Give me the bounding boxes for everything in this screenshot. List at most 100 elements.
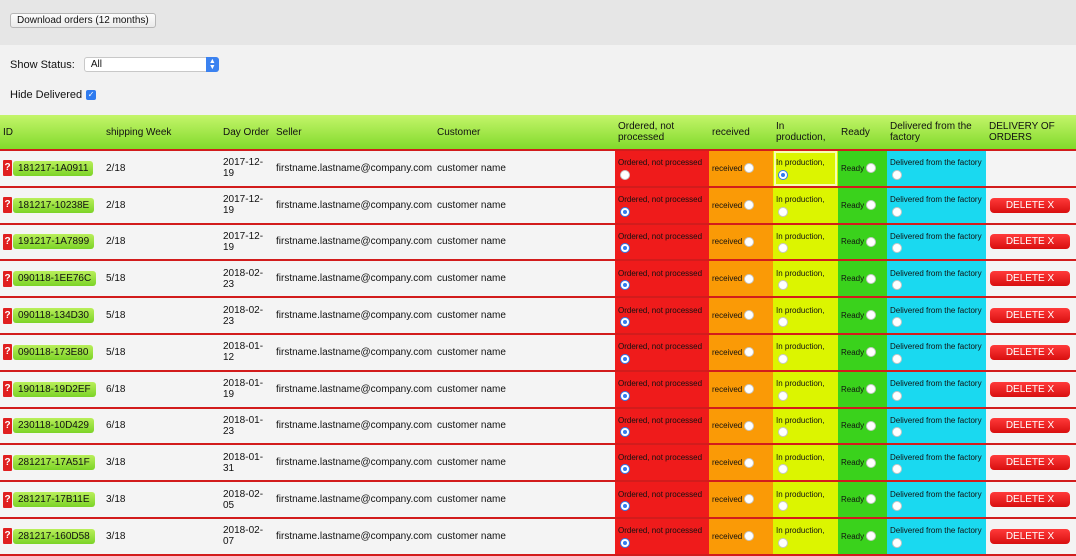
status-production-radio[interactable]: [778, 390, 788, 401]
info-question-icon[interactable]: ?: [3, 417, 12, 434]
status-ordered-radio[interactable]: [620, 353, 630, 364]
delete-order-button[interactable]: DELETE X: [990, 308, 1070, 324]
status-ready-radio[interactable]: [866, 531, 877, 542]
status-production-radio[interactable]: [778, 169, 788, 180]
info-question-icon[interactable]: ?: [3, 270, 12, 287]
status-ordered-radio[interactable]: [620, 464, 630, 475]
order-id-badge[interactable]: 191217-1A7899: [13, 234, 95, 250]
info-question-icon[interactable]: ?: [3, 233, 12, 250]
status-ordered-radio[interactable]: [620, 427, 630, 438]
info-question-icon[interactable]: ?: [3, 197, 12, 214]
status-received-radio[interactable]: [744, 200, 755, 211]
status-delivered-radio[interactable]: [892, 353, 902, 364]
status-ready-radio[interactable]: [866, 420, 877, 431]
status-ordered-radio[interactable]: [620, 537, 630, 548]
status-received-radio[interactable]: [744, 273, 755, 284]
info-question-icon[interactable]: ?: [3, 344, 12, 361]
status-production-radio[interactable]: [778, 280, 788, 291]
status-production-label: In production,: [776, 379, 825, 389]
status-production-radio[interactable]: [778, 353, 788, 364]
status-production-radio[interactable]: [778, 537, 788, 548]
status-delivered-radio[interactable]: [892, 169, 902, 180]
delete-order-button[interactable]: DELETE X: [990, 381, 1070, 397]
info-question-icon[interactable]: ?: [3, 307, 12, 324]
order-id-badge[interactable]: 181217-10238E: [13, 197, 95, 213]
seller-cell: firstname.lastname@company.com: [273, 297, 434, 335]
status-ready-radio[interactable]: [866, 347, 877, 358]
status-received-radio[interactable]: [744, 384, 755, 395]
status-delivered-radio[interactable]: [892, 427, 902, 438]
status-ready-radio[interactable]: [866, 200, 877, 211]
status-received-cell: received: [709, 150, 773, 188]
status-production-label: In production,: [776, 526, 825, 536]
order-id-badge[interactable]: 281217-17A51F: [13, 455, 95, 471]
status-ready-radio[interactable]: [866, 494, 877, 505]
delete-order-button[interactable]: DELETE X: [990, 197, 1070, 213]
status-ready-radio[interactable]: [866, 384, 877, 395]
status-delivered-radio[interactable]: [892, 390, 902, 401]
status-received-radio[interactable]: [744, 457, 755, 468]
status-ordered-radio[interactable]: [620, 206, 630, 217]
order-id-badge[interactable]: 090118-173E80: [13, 344, 94, 360]
status-ordered-radio[interactable]: [620, 500, 630, 511]
customer-cell: customer name: [434, 370, 615, 409]
order-id-badge[interactable]: 090118-1EE76C: [13, 271, 97, 287]
hide-delivered-checkbox[interactable]: ✓: [86, 90, 97, 100]
status-received-radio[interactable]: [744, 163, 755, 174]
status-received-radio[interactable]: [744, 494, 755, 505]
status-received-radio[interactable]: [744, 236, 755, 247]
status-delivered-radio[interactable]: [892, 500, 902, 511]
delete-order-button[interactable]: DELETE X: [990, 234, 1070, 250]
status-production-radio[interactable]: [778, 464, 788, 475]
delete-order-button[interactable]: DELETE X: [990, 418, 1070, 434]
status-delivered-radio[interactable]: [892, 206, 902, 217]
order-id-badge[interactable]: 230118-10D429: [13, 418, 94, 434]
status-production-radio[interactable]: [778, 316, 788, 327]
shipping-week-cell: 5/18: [103, 333, 220, 372]
status-ready-radio[interactable]: [866, 163, 877, 174]
status-delivered-radio[interactable]: [892, 464, 902, 475]
status-ordered-radio[interactable]: [620, 169, 630, 180]
status-received-radio[interactable]: [744, 531, 755, 542]
status-delivered-radio[interactable]: [892, 537, 902, 548]
status-ready-cell: Ready: [838, 444, 887, 483]
delete-order-button[interactable]: DELETE X: [990, 528, 1070, 544]
status-production-radio[interactable]: [778, 206, 788, 217]
download-orders-button[interactable]: Download orders (12 months): [10, 13, 156, 28]
info-question-icon[interactable]: ?: [3, 528, 12, 545]
status-delivered-radio[interactable]: [892, 316, 902, 327]
delete-order-button[interactable]: DELETE X: [990, 455, 1070, 471]
status-received-radio[interactable]: [744, 420, 755, 431]
status-production-radio[interactable]: [778, 243, 788, 254]
status-ready-radio[interactable]: [866, 457, 877, 468]
status-ordered-radio[interactable]: [620, 243, 630, 254]
info-question-icon[interactable]: ?: [3, 160, 12, 177]
status-delivered-radio[interactable]: [892, 243, 902, 254]
status-select[interactable]: All ▲ ▼: [83, 57, 219, 72]
status-ready-radio[interactable]: [866, 310, 877, 321]
status-ordered-radio[interactable]: [620, 316, 630, 327]
info-question-icon[interactable]: ?: [3, 491, 12, 508]
order-id-badge[interactable]: 281217-17B11E: [13, 492, 95, 508]
status-ready-radio[interactable]: [866, 236, 877, 247]
header-col-received: received: [709, 115, 773, 151]
info-question-icon[interactable]: ?: [3, 381, 12, 398]
status-delivered-cell: Delivered from the factory: [887, 260, 986, 299]
status-production-radio[interactable]: [778, 500, 788, 511]
status-received-radio[interactable]: [744, 310, 755, 321]
status-ordered-radio[interactable]: [620, 390, 630, 401]
status-production-radio[interactable]: [778, 427, 788, 438]
order-id-badge[interactable]: 181217-1A0911: [13, 160, 94, 176]
order-id-badge[interactable]: 281217-160D58: [13, 528, 95, 544]
order-id-badge[interactable]: 090118-134D30: [13, 308, 94, 324]
delete-order-button[interactable]: DELETE X: [990, 492, 1070, 508]
status-delivered-radio[interactable]: [892, 280, 902, 291]
status-ordered-radio[interactable]: [620, 280, 630, 291]
status-received-radio[interactable]: [744, 347, 755, 358]
status-ready-radio[interactable]: [866, 273, 877, 284]
info-question-icon[interactable]: ?: [3, 454, 12, 471]
status-delivered-label: Delivered from the factory: [890, 268, 982, 278]
order-id-badge[interactable]: 190118-19D2EF: [13, 381, 96, 397]
delete-order-button[interactable]: DELETE X: [990, 344, 1070, 360]
delete-order-button[interactable]: DELETE X: [990, 271, 1070, 287]
